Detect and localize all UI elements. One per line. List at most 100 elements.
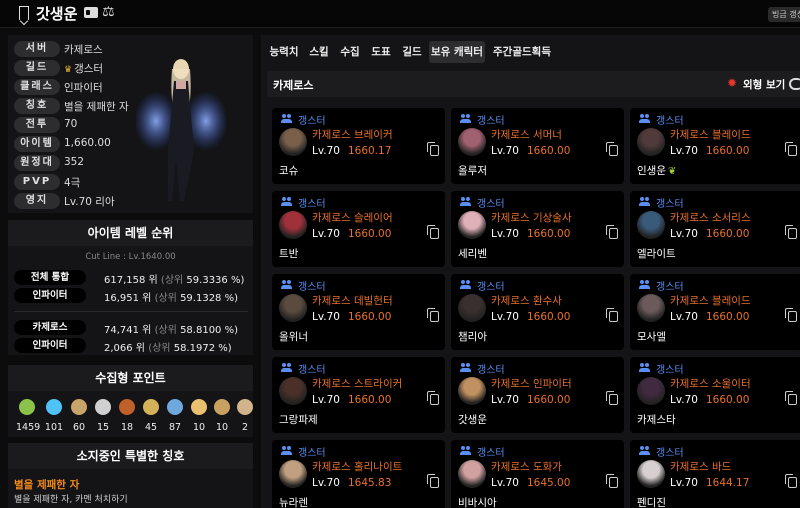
card-level-text: Lv.70 bbox=[491, 311, 519, 323]
card-class: 카제로스 스트라이커 bbox=[312, 376, 402, 391]
crown-icon: ♛ bbox=[64, 65, 73, 75]
copy-icon[interactable] bbox=[785, 474, 797, 488]
bookmark-icon[interactable] bbox=[19, 6, 29, 20]
character-card[interactable]: 갱스터 카제로스 서머너 Lv.70 1660.00 올루저 bbox=[451, 108, 624, 184]
copy-icon[interactable] bbox=[606, 225, 618, 239]
rank-number: 16,951 위 bbox=[104, 293, 152, 304]
character-card[interactable]: 갱스터 카제로스 슬레이어 Lv.70 1660.00 트반 bbox=[272, 191, 445, 267]
card-guild: 갱스터 bbox=[477, 116, 505, 127]
card-level-text: Lv.70 bbox=[670, 145, 698, 157]
card-item-level: 1660.00 bbox=[705, 311, 750, 323]
profile-panel: 서버 카제로스 길드 ♛ 갱스터 클래스 인파이터 칭호 별을 제패한 자 전투 70 아이템 1,66… bbox=[8, 35, 253, 213]
collection-title: 수집형 포인트 bbox=[8, 365, 253, 391]
copy-icon[interactable] bbox=[785, 225, 797, 239]
profile-label: 영지 bbox=[14, 193, 60, 209]
tab-1[interactable]: 스킬 bbox=[306, 41, 332, 63]
card-name-text: 올루저 bbox=[458, 165, 487, 177]
profile-label: 서버 bbox=[14, 41, 60, 57]
card-level: Lv.70 1645.00 bbox=[491, 477, 570, 489]
card-class: 카제로스 브레이커 bbox=[312, 127, 393, 142]
card-server: 카제로스 bbox=[491, 212, 530, 224]
copy-icon[interactable] bbox=[427, 391, 439, 405]
special-title-name: 별을 제패한 자 bbox=[14, 479, 80, 491]
copy-icon[interactable] bbox=[785, 391, 797, 405]
card-item-level: 1660.00 bbox=[526, 394, 571, 406]
top-bar: 갓생운 ⚖ 빙금 갱신 bbox=[0, 0, 800, 28]
tab-0[interactable]: 능력치 bbox=[267, 41, 301, 63]
character-card[interactable]: 갱스터 카제로스 데빌헌터 Lv.70 1660.00 올위너 bbox=[272, 274, 445, 350]
card-guild: 갱스터 bbox=[656, 282, 684, 293]
character-card[interactable]: 갱스터 카제로스 블레이드 Lv.70 1660.00 인생운 ❦ bbox=[630, 108, 800, 184]
card-level: Lv.70 1644.17 bbox=[670, 477, 749, 489]
card-server: 카제로스 bbox=[491, 461, 530, 473]
copy-icon[interactable] bbox=[606, 474, 618, 488]
card-class-name: 인파이터 bbox=[532, 378, 572, 390]
character-card[interactable]: 갱스터 카제로스 기상술사 Lv.70 1660.00 세리벤 bbox=[451, 191, 624, 267]
profile-value: 352 bbox=[64, 156, 85, 168]
card-class: 카제로스 환수사 bbox=[491, 293, 562, 308]
collection-item[interactable]: 87 bbox=[164, 399, 186, 433]
tab-5[interactable]: 보유 캐릭터 bbox=[429, 41, 485, 63]
card-name-text: 코슈 bbox=[279, 165, 299, 177]
character-card[interactable]: 갱스터 카제로스 브레이커 Lv.70 1660.17 코슈 bbox=[272, 108, 445, 184]
tab-2[interactable]: 수집 bbox=[337, 41, 363, 63]
update-button[interactable]: 빙금 갱신 bbox=[768, 7, 800, 22]
copy-icon[interactable] bbox=[606, 391, 618, 405]
character-card[interactable]: 갱스터 카제로스 블레이드 Lv.70 1660.00 모사엘 bbox=[630, 274, 800, 350]
card-class-name: 스트라이커 bbox=[353, 378, 403, 390]
collection-item[interactable]: 10 bbox=[211, 399, 233, 433]
collection-count: 18 bbox=[120, 422, 134, 433]
character-card[interactable]: 갱스터 카제로스 소서리스 Lv.70 1660.00 엘라이트 bbox=[630, 191, 800, 267]
card-level-text: Lv.70 bbox=[491, 477, 519, 489]
copy-icon[interactable] bbox=[427, 474, 439, 488]
item-level-ranking-panel: 아이템 레벨 순위 Cut Line : Lv.1640.00 전체 통합 617… bbox=[8, 220, 253, 355]
copy-icon[interactable] bbox=[606, 308, 618, 322]
collection-item[interactable]: 2 bbox=[234, 399, 256, 433]
card-server: 카제로스 bbox=[491, 295, 530, 307]
card-class-name: 환수사 bbox=[532, 295, 562, 307]
collection-item[interactable]: 10 bbox=[188, 399, 210, 433]
guild-members-icon bbox=[639, 197, 651, 206]
rank-value: 16,951 위 (상위 59.1328 %) bbox=[104, 289, 238, 304]
rank-value: 617,158 위 (상위 59.3336 %) bbox=[104, 271, 244, 286]
copy-icon[interactable] bbox=[785, 142, 797, 156]
guild-members-icon bbox=[460, 446, 472, 455]
character-card[interactable]: 갱스터 카제로스 소울이터 Lv.70 1660.00 카제스타 bbox=[630, 357, 800, 433]
copy-icon[interactable] bbox=[785, 308, 797, 322]
copy-icon[interactable] bbox=[427, 142, 439, 156]
card-guild: 갱스터 bbox=[656, 365, 684, 376]
character-avatar bbox=[637, 211, 665, 239]
scale-icon[interactable]: ⚖ bbox=[102, 4, 115, 20]
copy-icon[interactable] bbox=[427, 225, 439, 239]
card-level: Lv.70 1660.00 bbox=[670, 145, 749, 157]
collection-item[interactable]: 60 bbox=[68, 399, 90, 433]
collection-item[interactable]: 101 bbox=[43, 399, 65, 433]
copy-icon[interactable] bbox=[427, 308, 439, 322]
character-card[interactable]: 갱스터 카제로스 인파이터 Lv.70 1660.00 갓생운 bbox=[451, 357, 624, 433]
appearance-toggle[interactable] bbox=[789, 78, 800, 90]
tab-6[interactable]: 주간골드획득 bbox=[491, 41, 553, 63]
collection-item[interactable]: 18 bbox=[116, 399, 138, 433]
copy-icon[interactable] bbox=[606, 142, 618, 156]
character-card[interactable]: 갱스터 카제로스 바드 Lv.70 1644.17 펜디진 bbox=[630, 440, 800, 508]
character-avatar bbox=[279, 128, 307, 156]
collection-item[interactable]: 1459 bbox=[16, 399, 40, 433]
rank-label: 인파이터 bbox=[14, 288, 86, 303]
collection-item[interactable]: 15 bbox=[92, 399, 114, 433]
character-avatar bbox=[458, 460, 486, 488]
character-card[interactable]: 갱스터 카제로스 도화가 Lv.70 1645.00 비바시아 bbox=[451, 440, 624, 508]
id-card-icon[interactable] bbox=[84, 7, 98, 18]
character-card[interactable]: 갱스터 카제로스 환수사 Lv.70 1660.00 챔리아 bbox=[451, 274, 624, 350]
rank-number: 74,741 위 bbox=[104, 325, 152, 336]
tab-3[interactable]: 도표 bbox=[368, 41, 394, 63]
character-card[interactable]: 갱스터 카제로스 홀리나이트 Lv.70 1645.83 뉴라렌 bbox=[272, 440, 445, 508]
character-card[interactable]: 갱스터 카제로스 스트라이커 Lv.70 1660.00 그랑파제 bbox=[272, 357, 445, 433]
ranking-title: 아이템 레벨 순위 bbox=[8, 220, 253, 246]
collection-item[interactable]: 45 bbox=[140, 399, 162, 433]
card-guild: 갱스터 bbox=[477, 199, 505, 210]
card-level: Lv.70 1660.00 bbox=[312, 311, 391, 323]
card-name-text: 펜디진 bbox=[637, 497, 666, 508]
guild-name: 갱스터 bbox=[74, 63, 104, 75]
guild-members-icon bbox=[460, 114, 472, 123]
tab-4[interactable]: 길드 bbox=[399, 41, 425, 63]
